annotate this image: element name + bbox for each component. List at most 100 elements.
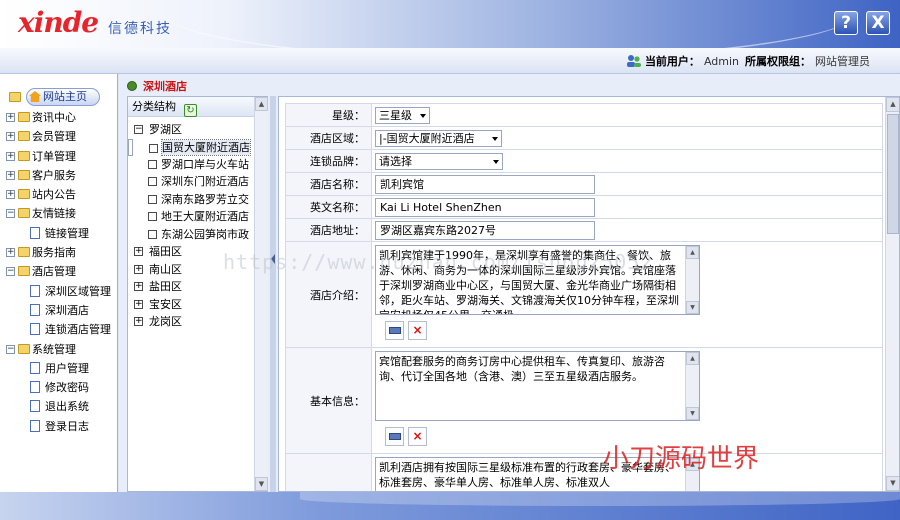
category-label: 深圳东门附近酒店 <box>161 175 249 188</box>
category-item[interactable]: + 南山区 <box>128 261 254 279</box>
star-select[interactable]: 三星级 <box>375 106 430 124</box>
home-button[interactable]: 网站主页 <box>9 88 100 106</box>
category-subitem[interactable]: 东湖公园笋岗市政 <box>128 226 254 244</box>
expand-icon[interactable]: + <box>6 132 15 142</box>
english-name-input[interactable]: Kai Li Hotel ShenZhen <box>375 197 595 217</box>
sidebar-item[interactable]: − 友情链接 <box>0 204 117 223</box>
textarea-scrollbar[interactable]: ▲▼ <box>685 458 699 491</box>
collapse-icon[interactable]: − <box>6 267 15 277</box>
textarea-scrollbar[interactable]: ▲▼ <box>685 246 699 314</box>
collapse-icon[interactable]: − <box>6 209 15 219</box>
refresh-icon[interactable]: ↻ <box>184 104 197 117</box>
expand-icon[interactable]: + <box>6 151 15 161</box>
expand-icon[interactable]: + <box>134 247 143 256</box>
sidebar-item-label: 链接管理 <box>45 226 89 240</box>
expand-icon[interactable]: + <box>134 282 143 291</box>
category-item[interactable]: + 盐田区 <box>128 278 254 296</box>
sidebar-item[interactable]: + 客户服务 <box>0 166 117 185</box>
chain-label: 连锁品牌： <box>285 149 372 173</box>
scroll-down-arrow[interactable]: ▼ <box>255 477 268 491</box>
scroll-up-arrow[interactable]: ▲ <box>255 97 268 111</box>
sidebar: 网站主页 + 资讯中心 + 会员管理 + 订单管理 + 客户服务 + 站内公告 − 友情链接链接管理 +… <box>0 74 118 492</box>
expand-icon[interactable]: + <box>134 264 143 274</box>
help-button[interactable]: ? <box>834 11 858 35</box>
scroll-up-arrow[interactable]: ▲ <box>686 246 699 259</box>
address-row: 酒店地址： 罗湖区嘉宾东路2027号 <box>285 218 883 242</box>
basic-text: 宾馆配套服务的商务订房中心提供租车、传真复印、旅游咨询、代订全国各地（含港、澳）… <box>379 355 665 383</box>
document-icon <box>30 419 40 432</box>
collapse-icon[interactable]: − <box>6 344 15 354</box>
expand-icon[interactable]: + <box>6 113 15 122</box>
category-subitem[interactable]: 深圳东门附近酒店 <box>128 173 254 191</box>
scroll-down-arrow[interactable]: ▼ <box>686 301 699 314</box>
scroll-up-arrow[interactable]: ▲ <box>686 458 699 471</box>
sidebar-item[interactable]: + 资讯中心 <box>0 108 117 127</box>
sidebar-item-label: 深圳区域管理 <box>45 284 111 298</box>
sidebar-item[interactable]: + 订单管理 <box>0 147 117 166</box>
scroll-down-arrow[interactable]: ▼ <box>686 407 699 420</box>
sidebar-item[interactable]: 修改密码 <box>0 378 117 397</box>
sidebar-item[interactable]: − 酒店管理 <box>0 262 117 281</box>
sidebar-item[interactable]: 链接管理 <box>0 224 117 243</box>
monitor-icon <box>389 327 401 334</box>
expand-icon[interactable]: + <box>6 170 15 180</box>
clear-button[interactable]: × <box>408 427 427 446</box>
intro-text: 凯利宾馆建于1990年，是深圳享有盛誉的集商住、餐饮、旅游、休闲、商务为一体的深… <box>379 249 679 314</box>
expand-icon[interactable]: + <box>134 317 143 326</box>
sidebar-item[interactable]: 深圳酒店 <box>0 301 117 320</box>
folder-icon <box>18 112 30 122</box>
category-label: 国贸大厦附近酒店 <box>161 138 251 156</box>
category-subitem[interactable]: 国贸大厦附近酒店 <box>128 138 251 156</box>
intro-textarea[interactable]: 凯利宾馆建于1990年，是深圳享有盛誉的集商住、餐饮、旅游、休闲、商务为一体的深… <box>375 245 700 315</box>
footer-wave <box>300 492 900 506</box>
rooms-textarea[interactable]: 凯利酒店拥有按国际三星级标准布置的行政套房、豪华套房、标准套房、豪华单人房、标准… <box>375 457 700 491</box>
sidebar-item[interactable]: + 服务指南 <box>0 243 117 262</box>
scroll-up-arrow[interactable]: ▲ <box>686 352 699 365</box>
category-item[interactable]: + 福田区 <box>128 243 254 261</box>
category-subitem[interactable]: 深南东路罗芳立交 <box>128 191 254 209</box>
sidebar-item-label: 资讯中心 <box>32 111 76 124</box>
sidebar-item[interactable]: 退出系统 <box>0 397 117 416</box>
user-info-bar: 当前用户： Admin 所属权限组： 网站管理员 <box>0 48 900 74</box>
expand-icon[interactable]: + <box>6 190 15 200</box>
panel-splitter[interactable] <box>270 96 276 492</box>
scroll-up-arrow[interactable]: ▲ <box>886 97 899 112</box>
close-button[interactable]: X <box>866 11 890 35</box>
scroll-thumb[interactable] <box>887 114 899 234</box>
category-subitem[interactable]: 地王大厦附近酒店 <box>128 208 254 226</box>
chain-select[interactable]: 请选择 <box>375 152 503 170</box>
category-subitem[interactable]: 罗湖口岸与火车站 <box>128 156 254 174</box>
sidebar-item[interactable]: 连锁酒店管理 <box>0 320 117 339</box>
sidebar-item[interactable]: 深圳区域管理 <box>0 282 117 301</box>
sidebar-item[interactable]: − 系统管理 <box>0 340 117 359</box>
category-item[interactable]: + 龙岗区 <box>128 313 254 331</box>
sidebar-item-label: 友情链接 <box>32 207 76 221</box>
header-swoosh <box>160 0 860 48</box>
sidebar-item[interactable]: + 站内公告 <box>0 185 117 204</box>
sidebar-item[interactable]: + 会员管理 <box>0 127 117 146</box>
collapse-icon[interactable]: − <box>134 125 143 134</box>
sidebar-item[interactable]: 登录日志 <box>0 417 117 436</box>
collapse-arrow-icon[interactable] <box>271 254 275 264</box>
preview-button[interactable] <box>385 427 404 446</box>
star-value: 三星级 <box>379 108 412 122</box>
expand-icon[interactable]: + <box>6 248 15 258</box>
preview-button[interactable] <box>385 321 404 340</box>
folder-icon <box>9 92 21 102</box>
hotel-form-panel: 星级： 三星级 酒店区域： |-国贸大厦附近酒店 连锁品牌： 请选择 酒店名称：… <box>278 96 900 492</box>
sidebar-item[interactable]: 用户管理 <box>0 359 117 378</box>
address-input[interactable]: 罗湖区嘉宾东路2027号 <box>375 220 595 240</box>
expand-icon[interactable]: + <box>134 299 143 309</box>
clear-button[interactable]: × <box>408 321 427 340</box>
textarea-scrollbar[interactable]: ▲▼ <box>685 352 699 420</box>
category-item[interactable]: + 宝安区 <box>128 296 254 314</box>
category-scrollbar[interactable]: ▲ ▼ <box>254 97 268 491</box>
category-item[interactable]: − 罗湖区 <box>128 121 254 139</box>
hotel-name-input[interactable]: 凯利宾馆 <box>375 174 595 194</box>
basic-textarea[interactable]: 宾馆配套服务的商务订房中心提供租车、传真复印、旅游咨询、代订全国各地（含港、澳）… <box>375 351 700 421</box>
form-scrollbar[interactable]: ▲ ▼ <box>885 97 899 491</box>
scroll-down-arrow[interactable]: ▼ <box>886 476 899 491</box>
folder-icon <box>18 150 30 161</box>
folder-icon <box>18 247 30 258</box>
area-select[interactable]: |-国贸大厦附近酒店 <box>375 129 502 147</box>
